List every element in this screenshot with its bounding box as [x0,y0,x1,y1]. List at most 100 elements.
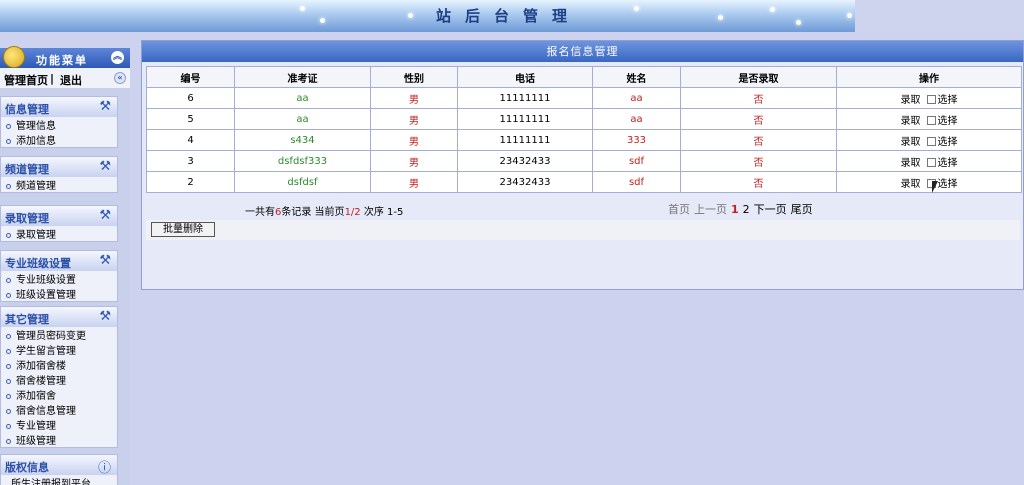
top-banner: 站后台管理 [0,0,1024,32]
table-row: 5 aa 男 11111111 aa 否 录取 选择 [146,108,1022,130]
col-phone: 电话 [457,66,593,88]
select-checkbox[interactable] [926,95,936,104]
group-title: 其它管理 [5,313,49,326]
admit-link[interactable]: 录取 [901,95,921,106]
last-page-link[interactable]: 尾页 [791,203,813,216]
bullet-icon [6,423,11,429]
sidebar: 功能菜单 ︽ 管理首页 | 退出 « 信息管理 ⚒ 管理信息 添加信息 频道管理 ⚒… [0,46,130,485]
info-icon: ⓘ [97,461,111,476]
menu-item-class[interactable]: 班级管理 [1,432,117,447]
menu-item-channel[interactable]: 频道管理 [1,177,117,192]
bullet-icon [6,183,11,189]
copyright-text: 所生注册报到平台 [11,479,91,485]
bullet-icon [6,378,11,384]
col-action: 操作 [836,66,1022,88]
menu-group-info: 信息管理 ⚒ 管理信息 添加信息 [0,96,118,148]
menu-item-admission[interactable]: 录取管理 [1,226,117,241]
menu-group-copyright: 版权信息 ⓘ 所生注册报到平台 [0,454,118,485]
menu-item-major-class[interactable]: 专业班级设置 [1,271,117,286]
group-title: 频道管理 [5,163,49,176]
collapse-up-icon[interactable]: ︽ [111,51,124,64]
select-checkbox[interactable] [926,116,936,125]
admit-link[interactable]: 录取 [901,158,921,169]
bulk-delete-button[interactable]: 批量删除 [151,222,215,237]
menu-group-channel: 频道管理 ⚒ 频道管理 [0,156,118,193]
select-checkbox[interactable] [926,158,936,167]
col-admitted: 是否录取 [680,66,837,88]
menu-item-password[interactable]: 管理员密码变更 [1,327,117,342]
bullet-icon [6,348,11,354]
bullet-icon [6,277,11,283]
select-label: 选择 [937,94,958,106]
menu-item-add-dorm-building[interactable]: 添加宿舍楼 [1,357,117,372]
panel-title: 报名信息管理 [142,41,1023,62]
table-row: 6 aa 男 11111111 aa 否 录取 选择 [146,87,1022,109]
bullet-icon [6,438,11,444]
table-row: 2 dsfdsf 男 23432433 sdf 否 录取 选择 [146,171,1022,193]
next-page-link[interactable]: 下一页 [754,203,787,216]
collapse-left-icon[interactable]: « [114,72,126,84]
sidebar-title: 功能菜单 [36,54,88,67]
bullet-icon [6,138,11,144]
group-title: 信息管理 [5,103,49,116]
col-gender: 性别 [370,66,458,88]
sidebar-header: 功能菜单 ︽ [0,46,130,68]
table-header-row: 编号 准考证 性别 电话 姓名 是否录取 操作 [146,66,1022,88]
menu-item-add-dorm[interactable]: 添加宿舍 [1,387,117,402]
menu-group-other: 其它管理 ⚒ 管理员密码变更 学生留言管理 添加宿舍楼 宿舍楼管理 添加宿舍 宿舍… [0,306,118,448]
tool-icon: ⚒ [99,253,111,268]
pager-info: 一共有6条记录 当前页1/2 次序 1-5 [245,207,404,218]
table-row: 4 s434 男 11111111 333 否 录取 选择 [146,129,1022,151]
sidebar-nav: 管理首页 | 退出 « [0,68,130,88]
menu-item-add-info[interactable]: 添加信息 [1,132,117,147]
menu-logo-icon [3,46,25,68]
bullet-icon [6,292,11,298]
tool-icon: ⚒ [99,309,111,324]
bullet-icon [6,408,11,414]
bullet-icon [6,393,11,399]
page-1-link[interactable]: 1 [731,203,739,216]
action-strip [146,220,1020,240]
menu-item-messages[interactable]: 学生留言管理 [1,342,117,357]
tool-icon: ⚒ [99,99,111,114]
prev-page-link[interactable]: 上一页 [694,203,727,216]
banner-image: 站后台管理 [0,0,855,32]
first-page-link[interactable]: 首页 [668,203,690,216]
col-id: 编号 [146,66,235,88]
menu-item-dorm-info[interactable]: 宿舍信息管理 [1,402,117,417]
select-label: 选择 [937,136,958,148]
menu-item-manage-info[interactable]: 管理信息 [1,117,117,132]
tool-icon: ⚒ [99,208,111,223]
select-label: 选择 [937,115,958,127]
menu-group-admission: 录取管理 ⚒ 录取管理 [0,205,118,242]
current-page: 1/2 [344,207,361,218]
nav-home-link[interactable]: 管理首页 [4,72,48,88]
admit-link[interactable]: 录取 [901,137,921,148]
registration-table: 编号 准考证 性别 电话 姓名 是否录取 操作 6 aa 男 11111111 … [146,66,1022,193]
bullet-icon [6,123,11,129]
group-title: 专业班级设置 [5,257,71,270]
nav-logout-link[interactable]: 退出 [60,72,82,88]
admit-link[interactable]: 录取 [901,179,921,190]
select-checkbox[interactable] [926,137,936,146]
table-row: 3 dsfdsf333 男 23432433 sdf 否 录取 选择 [146,150,1022,172]
bullet-icon [6,232,11,238]
tool-icon: ⚒ [99,159,111,174]
menu-group-major-class: 专业班级设置 ⚒ 专业班级设置 班级设置管理 [0,250,118,302]
mouse-cursor-icon [932,181,938,193]
banner-title: 站后台管理 [436,7,582,25]
col-ticket: 准考证 [234,66,371,88]
nav-separator: | [50,72,55,85]
admit-link[interactable]: 录取 [901,116,921,127]
main-panel: 报名信息管理 编号 准考证 性别 电话 姓名 是否录取 操作 6 aa 男 11… [141,40,1024,290]
page-2-link[interactable]: 2 [743,203,750,216]
select-label: 选择 [937,157,958,169]
bullet-icon [6,333,11,339]
group-title: 版权信息 [5,461,49,474]
menu-item-major[interactable]: 专业管理 [1,417,117,432]
col-name: 姓名 [592,66,681,88]
record-range: 1-5 [387,207,404,218]
menu-item-class-settings[interactable]: 班级设置管理 [1,286,117,301]
group-title: 录取管理 [5,212,49,225]
menu-item-dorm-building[interactable]: 宿舍楼管理 [1,372,117,387]
